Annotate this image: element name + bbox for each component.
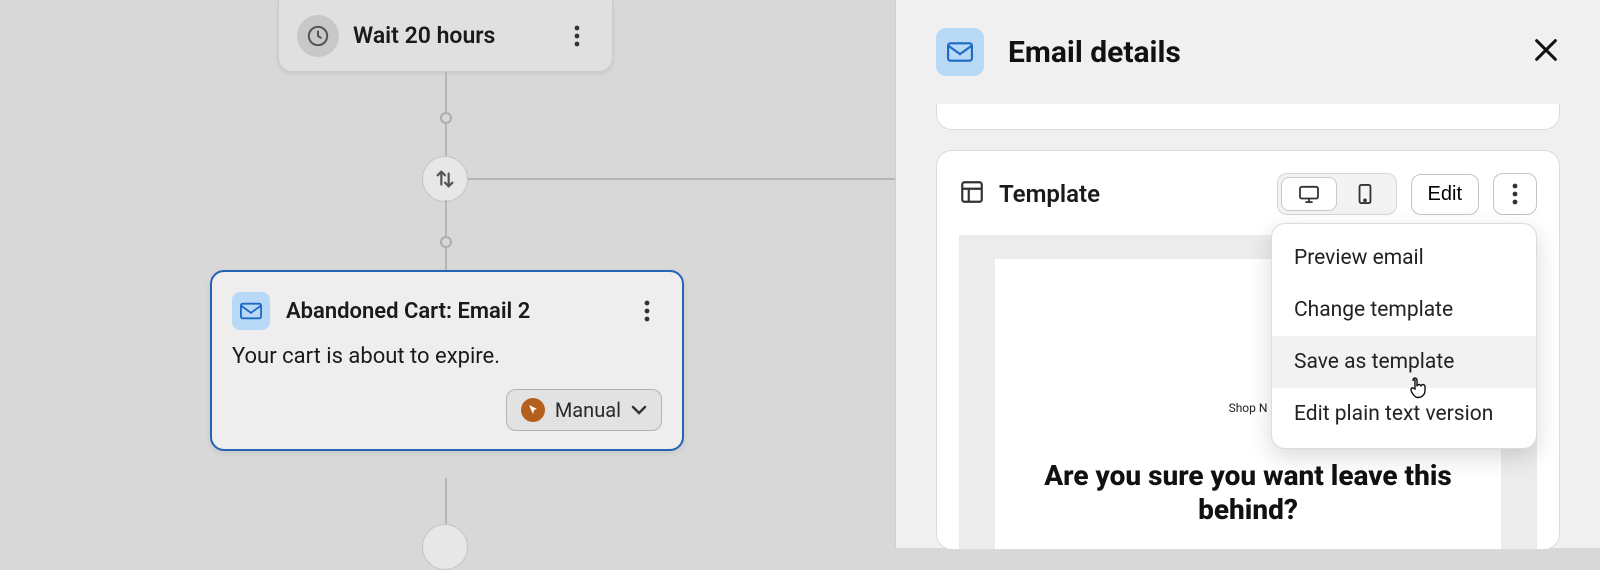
template-menu-button[interactable] (1493, 173, 1537, 215)
connector-line (445, 72, 447, 112)
cursor-icon (521, 398, 545, 422)
mail-icon (232, 292, 270, 330)
connector-line (445, 200, 447, 236)
desktop-toggle[interactable] (1281, 177, 1337, 211)
email-node-menu-button[interactable] (632, 300, 662, 322)
flow-canvas: Wait 20 hours Abandoned Cart: Email 2 Yo… (0, 0, 895, 548)
edit-button[interactable]: Edit (1411, 174, 1479, 215)
menu-edit-plain-text[interactable]: Edit plain text version (1272, 388, 1536, 440)
cursor-pointer-icon (1407, 377, 1429, 407)
wait-node-menu-button[interactable] (562, 25, 592, 47)
device-toggle (1277, 173, 1397, 215)
menu-change-template[interactable]: Change template (1272, 284, 1536, 336)
connector-node[interactable] (440, 112, 452, 124)
template-icon (959, 179, 985, 209)
connector-line (445, 124, 447, 158)
clock-icon (297, 15, 339, 57)
mail-icon (936, 28, 984, 76)
template-card: Template Edit S Shop N (936, 150, 1560, 550)
card-edge (936, 104, 1560, 130)
panel-title: Email details (1008, 35, 1508, 70)
mobile-toggle[interactable] (1337, 177, 1393, 211)
wait-node-label: Wait 20 hours (353, 22, 562, 49)
template-menu-dropdown: Preview email Change template Save as te… (1271, 223, 1537, 449)
email-node-title: Abandoned Cart: Email 2 (286, 299, 530, 324)
connector-node[interactable] (440, 236, 452, 248)
menu-save-as-template[interactable]: Save as template (1272, 336, 1536, 388)
menu-preview-email[interactable]: Preview email (1272, 232, 1536, 284)
manual-dropdown[interactable]: Manual (506, 389, 662, 431)
manual-label: Manual (555, 398, 621, 422)
connector-line (445, 248, 447, 270)
close-button[interactable] (1532, 36, 1560, 68)
preview-shop-link: Shop N (1229, 401, 1268, 415)
add-step-button[interactable] (422, 524, 468, 570)
connector-line (468, 178, 895, 180)
side-panel: Email details Template Edit (895, 0, 1600, 548)
swap-icon[interactable] (422, 156, 468, 202)
template-label: Template (999, 180, 1263, 208)
email-node[interactable]: Abandoned Cart: Email 2 Your cart is abo… (210, 270, 684, 451)
wait-node[interactable]: Wait 20 hours (278, 0, 613, 72)
email-node-subtitle: Your cart is about to expire. (232, 344, 662, 369)
chevron-down-icon (631, 405, 647, 415)
preview-headline: Are you sure you want leave this behind? (995, 459, 1501, 526)
